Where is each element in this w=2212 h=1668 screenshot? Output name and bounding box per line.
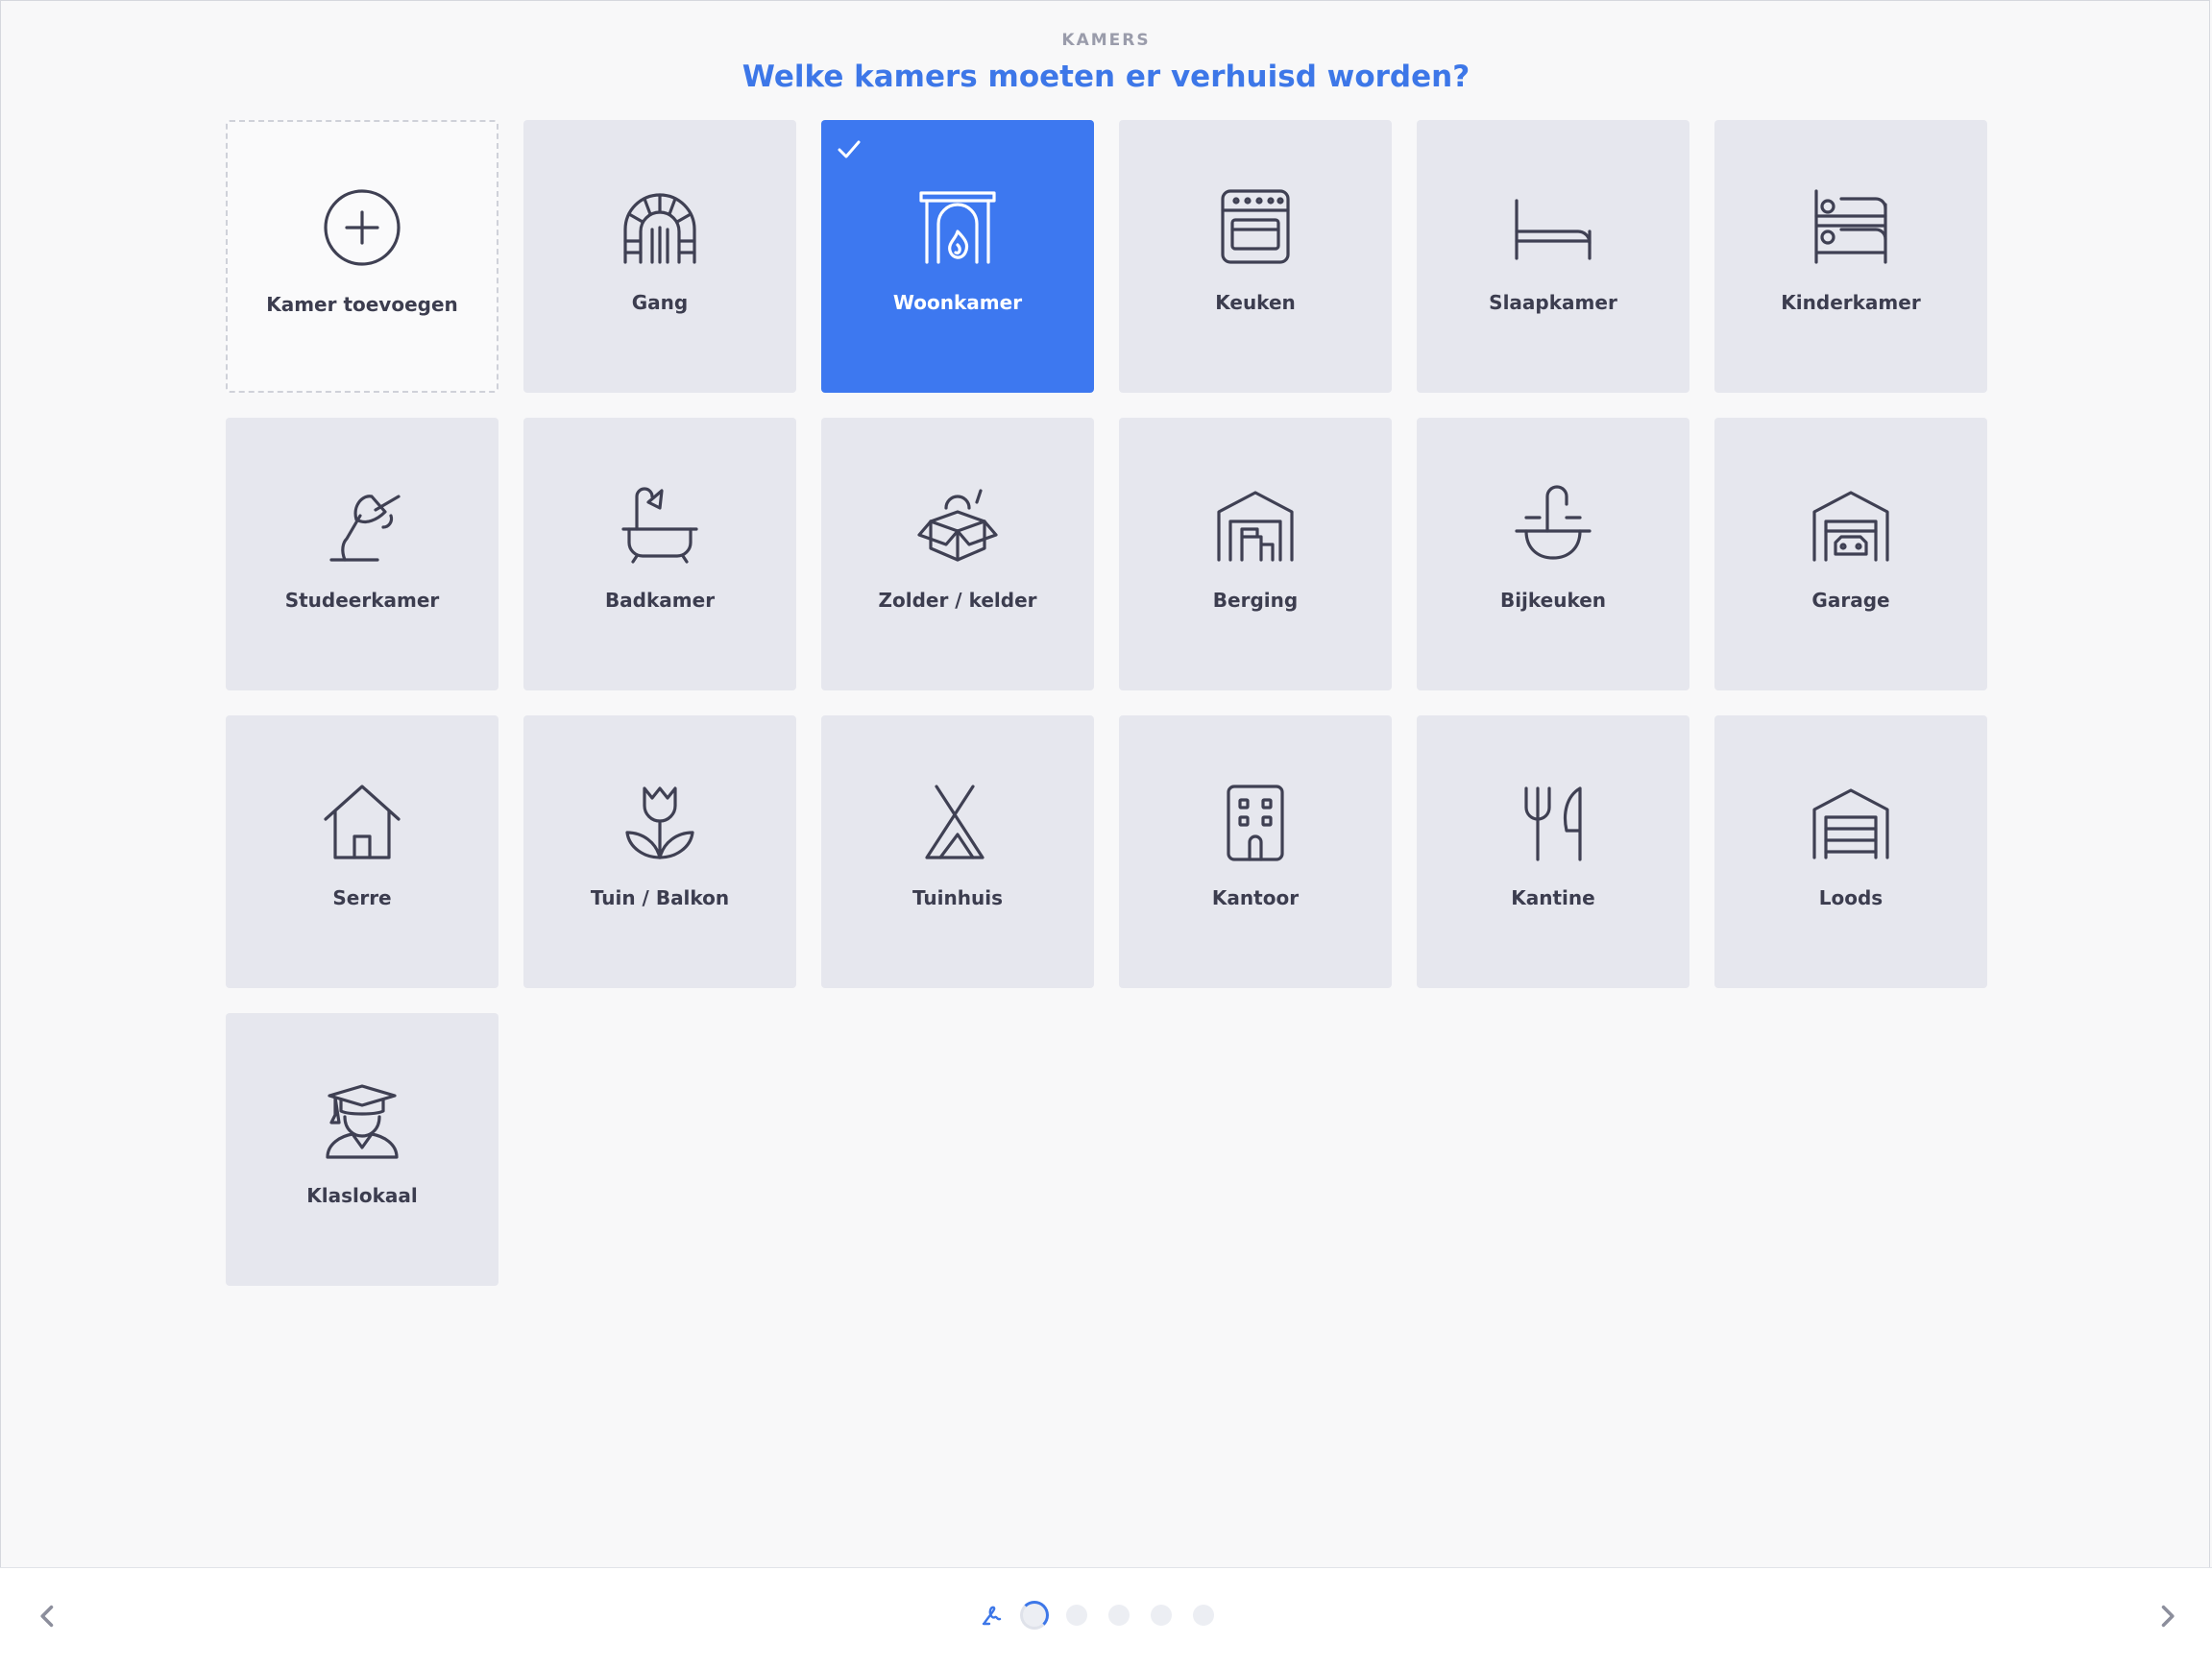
bathtub-icon [620, 483, 700, 564]
storage-icon [1215, 483, 1296, 564]
room-card[interactable]: Slaapkamer [1417, 120, 1689, 393]
room-label: Kinderkamer [1781, 291, 1921, 314]
room-label: Kantine [1511, 886, 1595, 909]
step-dot[interactable] [1151, 1605, 1172, 1626]
signature-icon [982, 1606, 1002, 1626]
room-label: Garage [1811, 589, 1890, 612]
section-eyebrow: KAMERS [1061, 31, 1151, 50]
room-card[interactable]: Keuken [1119, 120, 1392, 393]
room-label: Serre [332, 886, 392, 909]
room-card[interactable]: Badkamer [523, 418, 796, 690]
bed-icon [1513, 185, 1593, 266]
room-label: Loods [1818, 886, 1884, 909]
room-grid: Kamer toevoegen Gang Woonkamer Keuken Slaapk… [226, 120, 1987, 1286]
room-label: Gang [631, 291, 689, 314]
room-label: Klaslokaal [306, 1184, 418, 1207]
room-label: Kamer toevoegen [266, 293, 458, 316]
page-header: KAMERS Welke kamers moeten er verhuisd w… [0, 31, 2212, 94]
office-building-icon [1215, 781, 1296, 861]
add-room-button[interactable]: Kamer toevoegen [226, 120, 498, 393]
room-card[interactable]: Klaslokaal [226, 1013, 498, 1286]
oven-icon [1215, 185, 1296, 266]
room-label: Tuin / Balkon [590, 886, 730, 909]
garage-icon [1811, 483, 1891, 564]
sink-icon [1513, 483, 1593, 564]
step-current[interactable] [1020, 1601, 1049, 1630]
room-card[interactable]: Loods [1714, 715, 1987, 988]
room-label: Keuken [1215, 291, 1296, 314]
step-dot[interactable] [1108, 1605, 1130, 1626]
room-label: Berging [1212, 589, 1299, 612]
room-card[interactable]: Berging [1119, 418, 1392, 690]
room-card[interactable]: Kantoor [1119, 715, 1392, 988]
room-card[interactable]: Tuin / Balkon [523, 715, 796, 988]
chevron-left-icon [40, 1605, 54, 1628]
room-label: Woonkamer [892, 291, 1023, 314]
plus-circle-icon [322, 187, 402, 268]
warehouse-icon [1811, 781, 1891, 861]
fork-knife-icon [1513, 781, 1593, 861]
room-card[interactable]: Studeerkamer [226, 418, 498, 690]
bunk-bed-icon [1811, 185, 1891, 266]
room-label: Slaapkamer [1489, 291, 1617, 314]
house-icon [322, 781, 402, 861]
step-dot[interactable] [1193, 1605, 1214, 1626]
checkmark-icon [836, 135, 863, 162]
previous-button[interactable] [29, 1597, 67, 1635]
fireplace-icon [917, 185, 998, 266]
room-label: Bijkeuken [1499, 589, 1607, 612]
room-label: Zolder / kelder [878, 589, 1037, 612]
room-card[interactable]: Tuinhuis [821, 715, 1094, 988]
room-card[interactable]: Serre [226, 715, 498, 988]
page-title: Welke kamers moeten er verhuisd worden? [741, 60, 1471, 94]
next-button[interactable] [2148, 1597, 2186, 1635]
step-completed[interactable] [978, 1601, 1007, 1630]
room-label: Tuinhuis [912, 886, 1003, 909]
tulip-icon [620, 781, 700, 861]
step-indicator [978, 1601, 1218, 1630]
open-box-icon [917, 483, 998, 564]
room-card[interactable]: Zolder / kelder [821, 418, 1094, 690]
tent-icon [917, 781, 998, 861]
footer-nav [0, 1567, 2212, 1668]
room-card[interactable]: Bijkeuken [1417, 418, 1689, 690]
chevron-right-icon [2161, 1605, 2175, 1628]
room-card[interactable]: Gang [523, 120, 796, 393]
room-label: Kantoor [1211, 886, 1300, 909]
room-card[interactable]: Woonkamer [821, 120, 1094, 393]
room-card[interactable]: Garage [1714, 418, 1987, 690]
desk-lamp-icon [322, 483, 402, 564]
room-label: Badkamer [604, 589, 716, 612]
archway-icon [620, 185, 700, 266]
graduate-icon [322, 1078, 402, 1159]
room-card[interactable]: Kantine [1417, 715, 1689, 988]
step-dot[interactable] [1066, 1605, 1087, 1626]
room-card[interactable]: Kinderkamer [1714, 120, 1987, 393]
room-label: Studeerkamer [284, 589, 440, 612]
